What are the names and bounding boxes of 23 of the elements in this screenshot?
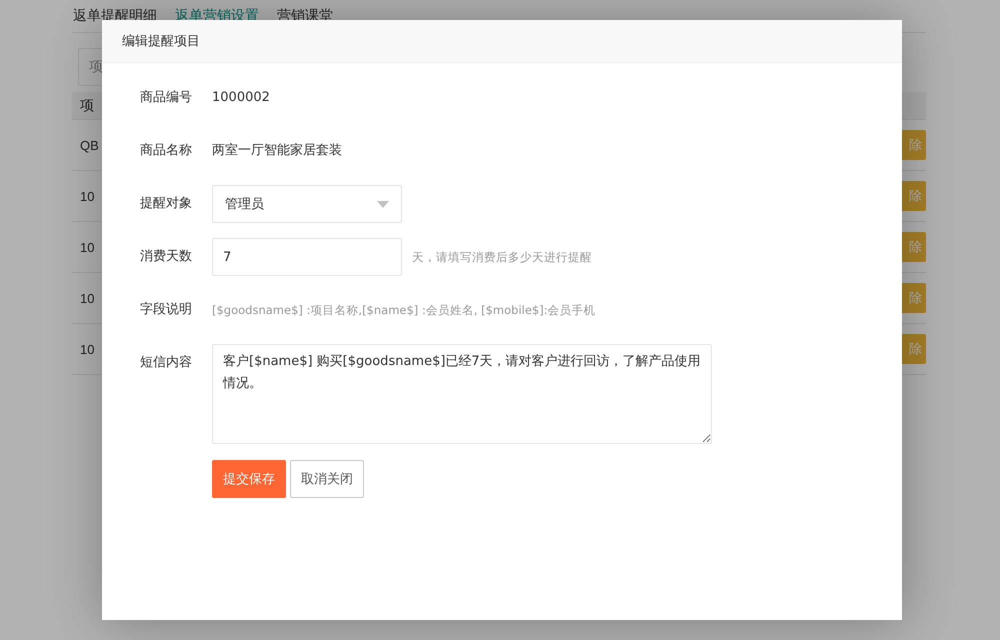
field-value: 两室一厅智能家居套装 bbox=[212, 142, 342, 160]
submit-button[interactable]: 提交保存 bbox=[212, 460, 286, 498]
field-label: 字段说明 bbox=[140, 301, 193, 319]
field-label: 消费天数 bbox=[140, 248, 193, 266]
field-note: [$goodsname$] :项目名称,[$name$] :会员姓名, [$mobile$]:会员手机 bbox=[212, 302, 596, 319]
table-cell: 10 bbox=[80, 290, 94, 306]
input-field[interactable]: 7 bbox=[212, 238, 402, 276]
table-cell: 10 bbox=[80, 342, 94, 356]
table-cell: QB bbox=[80, 138, 99, 152]
field-label: 商品名称 bbox=[140, 142, 193, 160]
table-cell: 10 bbox=[80, 240, 94, 254]
select-field[interactable]: 管理员 bbox=[212, 185, 402, 223]
column-header: 项 bbox=[80, 96, 94, 114]
caret-icon bbox=[377, 200, 389, 208]
field-label: 短信内容 bbox=[140, 354, 193, 372]
dialog-title: 编辑提醒项目 bbox=[122, 33, 200, 50]
table-cell: 10 bbox=[80, 188, 94, 204]
message-textarea[interactable]: 客户[$name$] 购买[$goodsname$]已经7天，请对客户进行回访，了解产品使用情况。 bbox=[212, 344, 712, 444]
field-label: 提醒对象 bbox=[140, 195, 193, 213]
field-hint: 天，请填写消费后多少天进行提醒 bbox=[412, 249, 592, 266]
cancel-button[interactable]: 取消关闭 bbox=[290, 460, 364, 498]
field-value: 1000002 bbox=[212, 89, 270, 107]
field-label: 商品编号 bbox=[140, 89, 193, 107]
